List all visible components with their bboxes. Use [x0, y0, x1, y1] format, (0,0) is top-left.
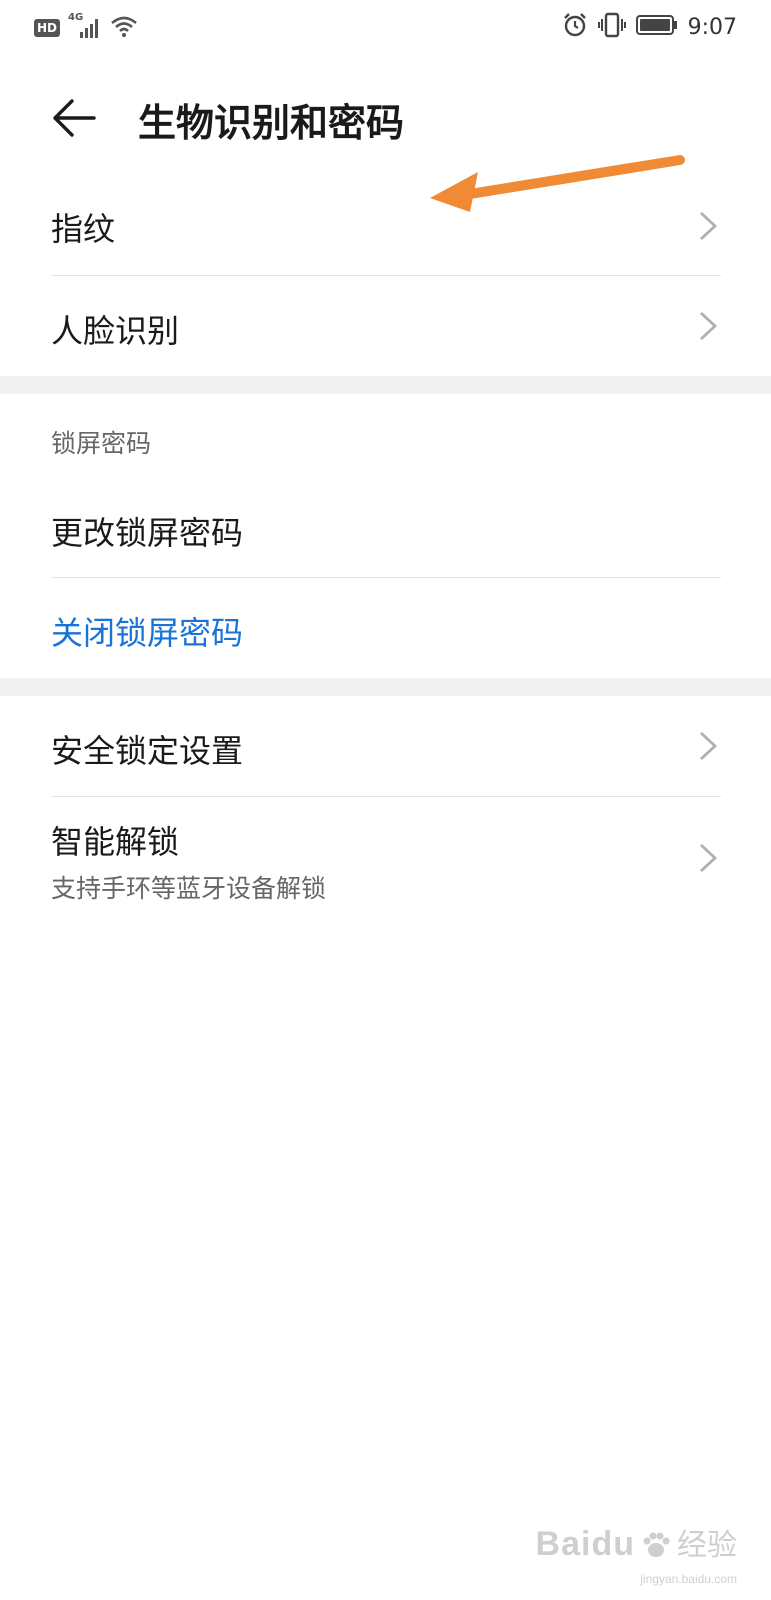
- security-lock-settings-label: 安全锁定设置: [51, 732, 244, 770]
- back-button[interactable]: [50, 94, 98, 142]
- list-item-security-lock-settings[interactable]: 安全锁定设置: [0, 696, 771, 796]
- section-divider: [0, 678, 771, 696]
- battery-icon: [635, 14, 678, 40]
- section-divider: [0, 376, 771, 394]
- face-recognition-label: 人脸识别: [51, 312, 180, 350]
- wifi-icon: [110, 14, 138, 42]
- paw-icon: [641, 1530, 671, 1564]
- chevron-right-icon: [700, 843, 718, 873]
- back-arrow-icon: [53, 99, 96, 137]
- list-item-close-lock-password[interactable]: 关闭锁屏密码: [0, 578, 771, 678]
- fingerprint-label: 指纹: [51, 210, 116, 248]
- watermark-url: jingyan.baidu.com: [640, 1572, 737, 1586]
- alarm-icon: [562, 12, 588, 42]
- list-item-change-lock-password[interactable]: 更改锁屏密码: [0, 478, 771, 578]
- status-right: 9:07: [562, 12, 737, 42]
- status-bar: HD 4G 9:07: [0, 0, 771, 58]
- chevron-right-icon: [700, 211, 718, 241]
- list-item-face-recognition[interactable]: 人脸识别: [0, 276, 771, 376]
- status-left: HD 4G: [34, 12, 138, 42]
- smart-unlock-label: 智能解锁: [51, 823, 180, 861]
- watermark-brand: Baidu: [535, 1525, 635, 1563]
- list-item-smart-unlock[interactable]: 智能解锁 支持手环等蓝牙设备解锁: [0, 797, 771, 919]
- vibrate-icon: [597, 12, 626, 42]
- chevron-right-icon: [700, 311, 718, 341]
- page-title: 生物识别和密码: [138, 101, 405, 145]
- watermark-suffix: 经验: [677, 1529, 737, 1562]
- chevron-right-icon: [700, 731, 718, 761]
- signal-icon: 4G: [68, 12, 102, 40]
- status-time: 9:07: [687, 14, 737, 40]
- baidu-watermark: Baidu 经验 jingyan.baidu.com: [535, 1520, 737, 1586]
- list-item-fingerprint[interactable]: 指纹: [0, 176, 771, 276]
- smart-unlock-description: 支持手环等蓝牙设备解锁: [51, 874, 327, 903]
- close-lock-password-link: 关闭锁屏密码: [51, 614, 244, 652]
- change-lock-password-label: 更改锁屏密码: [51, 514, 244, 552]
- hd-badge: HD: [34, 19, 61, 37]
- page-header: 生物识别和密码: [0, 78, 771, 158]
- section-header-lock-password: 锁屏密码: [51, 429, 152, 458]
